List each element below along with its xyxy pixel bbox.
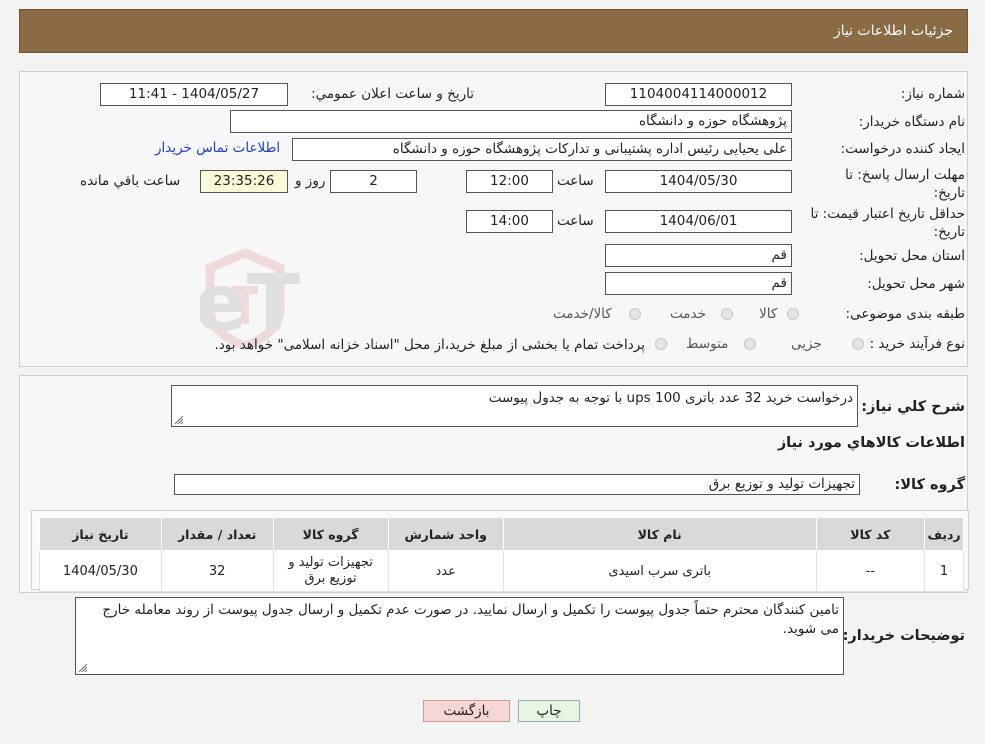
table-row: 1 -- باتری سرب اسیدی عدد تجهیزات تولید و… bbox=[39, 550, 964, 592]
buyer-notes-label: توضیحات خریدار: bbox=[842, 628, 965, 644]
page-title: جزئیات اطلاعات نیاز bbox=[833, 23, 953, 39]
buyer-org-field: پژوهشگاه حوزه و دانشگاه bbox=[230, 110, 792, 133]
process-note: پرداخت تمام یا بخشی از مبلغ خرید،از محل … bbox=[214, 337, 645, 353]
col-need-date: تاریخ نیاز bbox=[39, 517, 162, 551]
announce-label: تاریخ و ساعت اعلان عمومي: bbox=[311, 86, 474, 102]
process-type-label: نوع فرآیند خرید : bbox=[869, 336, 965, 352]
back-button[interactable]: بازگشت bbox=[423, 700, 510, 722]
province-field: قم bbox=[605, 244, 792, 267]
buyer-notes-text: تامین کنندگان محترم حتماً جدول پیوست را … bbox=[102, 602, 839, 637]
col-item-name: نام کالا bbox=[502, 517, 817, 551]
validity-time-field: 14:00 bbox=[466, 210, 553, 233]
remaining-time-field: 23:35:26 bbox=[200, 170, 288, 193]
cell-unit: عدد bbox=[387, 550, 504, 592]
category-option-goods-service: کالا/خدمت bbox=[553, 306, 612, 322]
table-header-row: ردیف کد کالا نام کالا واحد شمارش گروه کا… bbox=[39, 517, 964, 551]
cell-need-date: 1404/05/30 bbox=[39, 550, 162, 592]
description-text: درخواست خرید 32 عدد باتری ups 100 با توج… bbox=[488, 390, 853, 406]
cell-item-group: تجهیزات تولید و توزیع برق bbox=[272, 550, 389, 592]
requester-field: علی یحیایی رئیس اداره پشتیبانی و تدارکات… bbox=[292, 138, 792, 161]
description-textarea[interactable]: درخواست خرید 32 عدد باتری ups 100 با توج… bbox=[171, 385, 858, 427]
days-field: 2 bbox=[330, 170, 417, 193]
reply-deadline-label: مهلت ارسال پاسخ: تا تاریخ: bbox=[845, 167, 965, 201]
process-radio-minor[interactable] bbox=[852, 338, 864, 350]
cell-item-name: باتری سرب اسیدی bbox=[502, 550, 817, 592]
watermark-text: AriaTender.neT bbox=[200, 259, 300, 348]
price-validity-label: حداقل تاریخ اعتبار قیمت: تا تاریخ: bbox=[810, 206, 965, 240]
announce-field: 1404/05/27 - 11:41 bbox=[100, 83, 288, 106]
col-quantity: تعداد / مقدار bbox=[160, 517, 274, 551]
reply-date-field: 1404/05/30 bbox=[605, 170, 792, 193]
city-field: قم bbox=[605, 272, 792, 295]
resize-grip-icon[interactable] bbox=[79, 664, 87, 672]
days-label: روز و bbox=[295, 173, 326, 189]
description-label: شرح کلي نياز: bbox=[861, 399, 965, 415]
goods-table: ردیف کد کالا نام کالا واحد شمارش گروه کا… bbox=[39, 517, 964, 592]
validity-time-label: ساعت bbox=[557, 213, 594, 229]
treasury-checkbox[interactable] bbox=[655, 338, 667, 350]
category-label: طبقه بندی موضوعی: bbox=[845, 306, 965, 322]
category-radio-goods-service[interactable] bbox=[629, 308, 641, 320]
category-option-service: خدمت bbox=[670, 306, 706, 322]
province-label: استان محل تحویل: bbox=[859, 248, 965, 264]
page-header: جزئیات اطلاعات نیاز bbox=[19, 9, 968, 53]
resize-grip-icon[interactable] bbox=[175, 416, 183, 424]
col-item-code: کد کالا bbox=[815, 517, 926, 551]
city-label: شهر محل تحویل: bbox=[867, 276, 965, 292]
process-option-medium: متوسط bbox=[686, 336, 729, 352]
remaining-label: ساعت باقي مانده bbox=[80, 173, 181, 189]
buyer-org-label: نام دستگاه خریدار: bbox=[858, 114, 965, 130]
need-number-label: شماره نیاز: bbox=[900, 86, 965, 102]
process-option-minor: جزیی bbox=[791, 336, 822, 352]
col-item-group: گروه کالا bbox=[272, 517, 389, 551]
print-button[interactable]: چاپ bbox=[518, 700, 580, 722]
col-unit: واحد شمارش bbox=[387, 517, 504, 551]
category-radio-goods[interactable] bbox=[787, 308, 799, 320]
goods-section-title: اطلاعات کالاهاي مورد نياز bbox=[777, 435, 965, 451]
category-option-goods: کالا bbox=[759, 306, 778, 322]
need-number-field: 1104004114000012 bbox=[605, 83, 792, 106]
process-radio-medium[interactable] bbox=[744, 338, 756, 350]
buyer-contact-link[interactable]: اطلاعات تماس خریدار bbox=[155, 140, 280, 156]
validity-date-field: 1404/06/01 bbox=[605, 210, 792, 233]
reply-time-label: ساعت bbox=[557, 173, 594, 189]
cell-item-code: -- bbox=[815, 550, 926, 592]
cell-row-number: 1 bbox=[924, 550, 964, 592]
requester-label: ایجاد کننده درخواست: bbox=[840, 141, 965, 157]
cell-quantity: 32 bbox=[160, 550, 274, 592]
reply-time-field: 12:00 bbox=[466, 170, 553, 193]
buyer-notes-textarea[interactable]: تامین کنندگان محترم حتماً جدول پیوست را … bbox=[75, 597, 844, 675]
category-radio-service[interactable] bbox=[721, 308, 733, 320]
goods-group-field: تجهیزات تولید و توزیع برق bbox=[174, 474, 860, 495]
col-row-number: ردیف bbox=[924, 517, 964, 551]
goods-group-label: گروه کالا: bbox=[894, 477, 965, 493]
